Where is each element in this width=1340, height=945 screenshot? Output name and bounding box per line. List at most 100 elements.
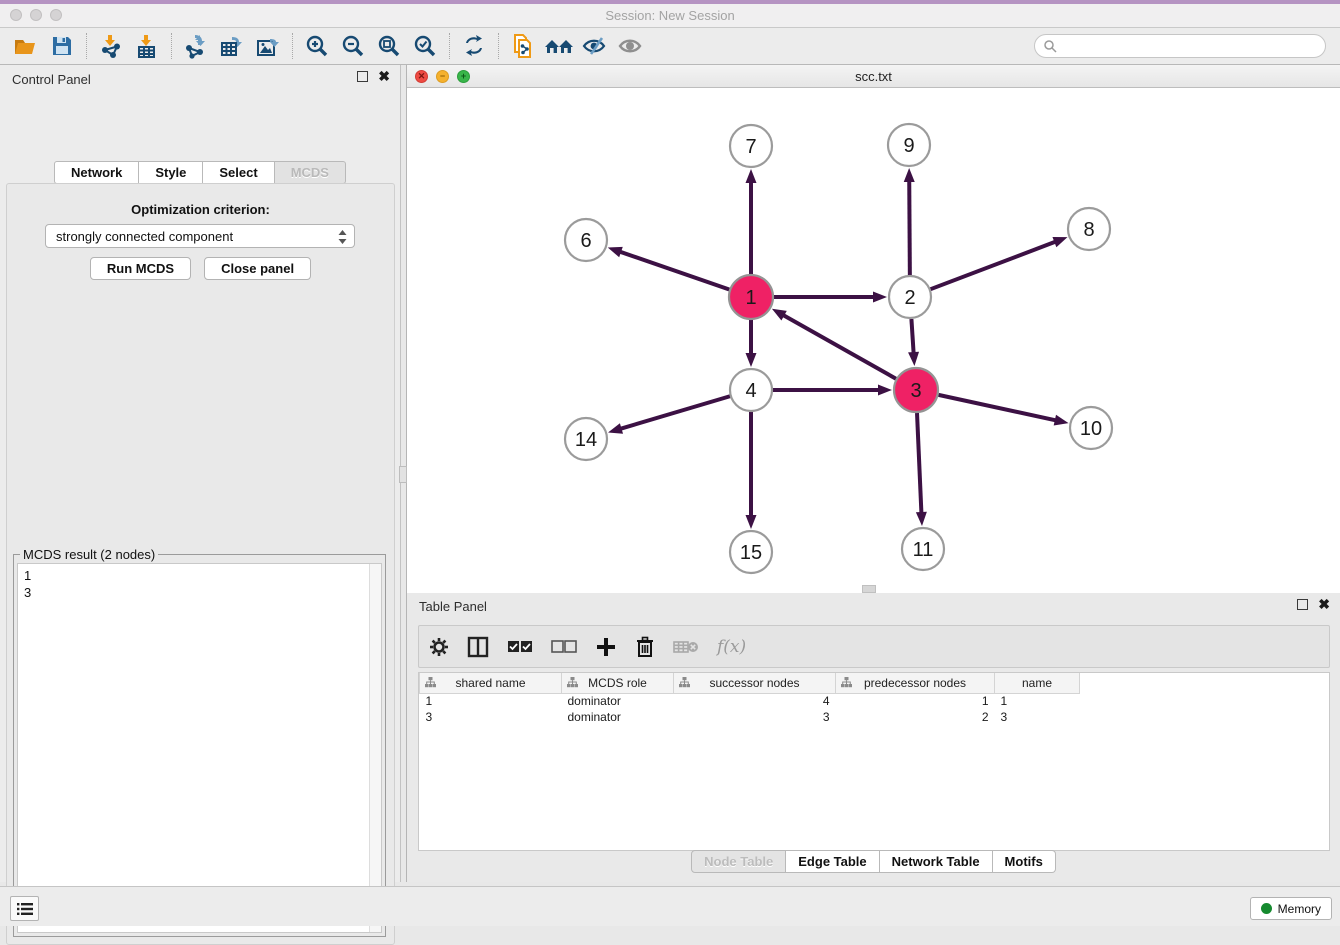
float-table-panel-icon[interactable] (1297, 599, 1308, 610)
zoom-selected-button[interactable] (407, 31, 443, 61)
tab-motifs[interactable]: Motifs (993, 850, 1056, 873)
tab-select[interactable]: Select (203, 161, 274, 184)
close-panel-icon[interactable]: ✖ (378, 71, 390, 82)
save-session-icon (50, 34, 74, 58)
edge-2-9[interactable] (909, 180, 910, 275)
export-table-button[interactable] (214, 31, 250, 61)
first-neighbors-button[interactable] (541, 31, 577, 61)
show-columns-button[interactable] (467, 636, 489, 658)
node-label-9: 9 (903, 135, 914, 157)
table-row[interactable]: 3 dominator 3 2 3 (420, 709, 1080, 725)
edge-3-1[interactable] (782, 315, 896, 379)
optimization-criterion-label: Optimization criterion: (7, 202, 394, 217)
vertical-divider-handle[interactable] (399, 466, 407, 483)
import-network-button[interactable] (93, 31, 129, 61)
zoom-out-button[interactable] (335, 31, 371, 61)
control-panel-tabs: Network Style Select MCDS (0, 161, 400, 184)
titlebar: Session: New Session (0, 0, 1340, 28)
apply-layout-button[interactable] (456, 31, 492, 61)
network-canvas[interactable]: 7968124314101511 (407, 88, 1340, 593)
column-header-predecessor-nodes[interactable]: predecessor nodes (836, 673, 995, 693)
mcds-result-text-area[interactable]: 1 3 (17, 563, 382, 933)
edge-1-6[interactable] (619, 251, 729, 289)
edge-3-11[interactable] (917, 413, 921, 514)
add-column-button[interactable] (595, 636, 617, 658)
table-panel-title: Table Panel (419, 599, 487, 614)
memory-button[interactable]: Memory (1250, 897, 1332, 920)
close-panel-button[interactable]: Close panel (204, 257, 311, 280)
control-panel-title: Control Panel (12, 72, 91, 87)
show-panels-menu-button[interactable] (10, 896, 39, 921)
result-line: 1 (24, 567, 375, 584)
node-label-14: 14 (575, 429, 597, 451)
status-bar: Memory (0, 886, 1340, 926)
column-header-successor-nodes[interactable]: successor nodes (674, 673, 836, 693)
unselect-all-columns-button[interactable] (551, 640, 577, 654)
import-table-button[interactable] (129, 31, 165, 61)
delete-column-button[interactable] (673, 638, 699, 656)
show-columns-icon (467, 636, 489, 658)
arrowhead-3-10 (1054, 415, 1069, 426)
node-label-4: 4 (745, 380, 756, 402)
show-all-button[interactable] (613, 31, 649, 61)
column-header-name[interactable]: name (995, 673, 1080, 693)
horizontal-divider-handle[interactable] (862, 585, 876, 593)
table-row[interactable]: 1 dominator 4 1 1 (420, 693, 1080, 709)
memory-label: Memory (1278, 902, 1321, 916)
edge-3-10[interactable] (938, 395, 1056, 421)
show-all-icon (617, 33, 645, 59)
network-window-titlebar[interactable]: ✕ − + scc.txt (407, 65, 1340, 88)
search-input[interactable] (1062, 39, 1317, 53)
delete-row-button[interactable] (635, 636, 655, 658)
tab-mcds[interactable]: MCDS (275, 161, 346, 184)
tab-edge-table[interactable]: Edge Table (786, 850, 879, 873)
arrowhead-4-14 (608, 423, 623, 434)
settings-gear-icon (429, 637, 449, 657)
main-toolbar (0, 28, 1340, 65)
select-all-columns-icon (507, 640, 533, 654)
zoom-in-icon (304, 33, 330, 59)
tab-network-table[interactable]: Network Table (880, 850, 993, 873)
node-label-8: 8 (1083, 219, 1094, 241)
table-toolbar: f(x) (418, 625, 1330, 668)
function-builder-button[interactable]: f(x) (717, 637, 746, 657)
toolbar-separator (86, 33, 87, 59)
arrowhead-2-3 (908, 352, 919, 366)
zoom-fit-button[interactable] (371, 31, 407, 61)
first-neighbors-icon (543, 33, 575, 59)
edge-4-14[interactable] (620, 396, 730, 429)
settings-gear-button[interactable] (429, 637, 449, 657)
clone-network-button[interactable] (505, 31, 541, 61)
run-mcds-button[interactable]: Run MCDS (90, 257, 191, 280)
column-type-icon (567, 677, 578, 688)
export-image-button[interactable] (250, 31, 286, 61)
hide-selected-button[interactable] (577, 31, 613, 61)
list-menu-icon (17, 902, 33, 916)
export-network-button[interactable] (178, 31, 214, 61)
column-header-shared-name[interactable]: shared name (420, 673, 562, 693)
result-scrollbar[interactable] (369, 564, 381, 932)
float-panel-icon[interactable] (357, 71, 368, 82)
edge-2-8[interactable] (931, 241, 1057, 289)
node-label-3: 3 (910, 380, 921, 402)
edge-2-3[interactable] (911, 319, 913, 354)
tab-network[interactable]: Network (54, 161, 139, 184)
close-table-panel-icon[interactable]: ✖ (1318, 599, 1330, 610)
table-header-row: shared name MCDS role successor nodes pr… (420, 673, 1080, 693)
tab-style[interactable]: Style (139, 161, 203, 184)
table-panel: Table Panel ✖ (406, 593, 1340, 882)
select-all-columns-button[interactable] (507, 640, 533, 654)
criterion-select[interactable]: strongly connected component (45, 224, 355, 248)
save-session-button[interactable] (44, 31, 80, 61)
toolbar-separator (292, 33, 293, 59)
clone-network-icon (510, 32, 536, 60)
zoom-in-button[interactable] (299, 31, 335, 61)
tab-node-table[interactable]: Node Table (691, 850, 786, 873)
search-field[interactable] (1034, 34, 1326, 58)
application-window: Session: New Session (0, 0, 1340, 926)
mcds-result-title: MCDS result (2 nodes) (20, 547, 158, 562)
open-session-icon (13, 34, 39, 58)
column-header-mcds-role[interactable]: MCDS role (562, 673, 674, 693)
node-label-15: 15 (740, 542, 762, 564)
open-session-button[interactable] (8, 31, 44, 61)
